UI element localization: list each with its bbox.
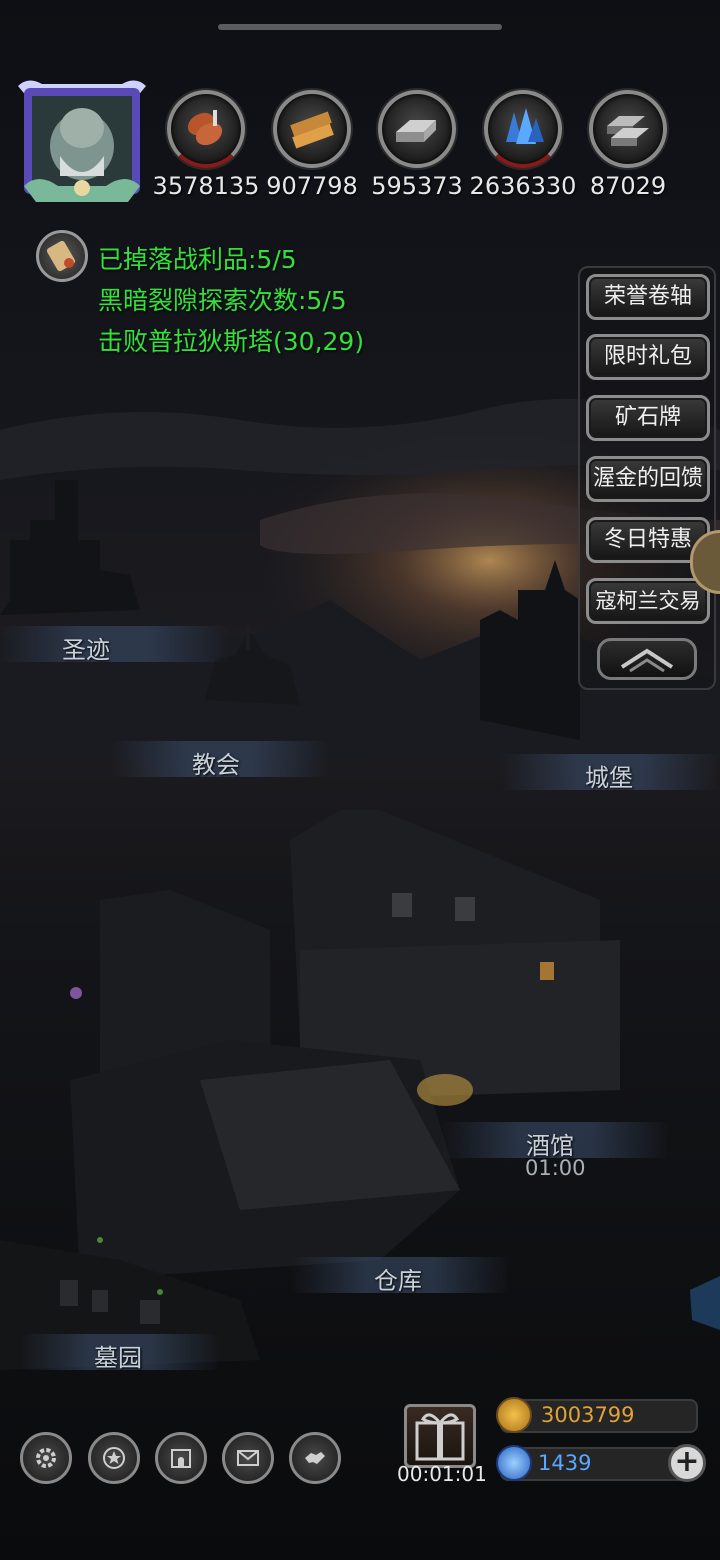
resource-wood[interactable]: 907798 xyxy=(257,90,367,200)
handshake-icon xyxy=(305,1452,325,1464)
gold-coin-icon xyxy=(496,1397,532,1433)
blue-crystal-icon xyxy=(484,90,562,168)
resource-crystal-value: 2636330 xyxy=(469,172,577,200)
tavern-timer: 01:00 xyxy=(525,1156,586,1180)
castle-gate-icon xyxy=(171,1449,191,1468)
scroll-icon[interactable] xyxy=(36,230,88,282)
resource-iron[interactable]: 595373 xyxy=(362,90,472,200)
honor-scroll-button[interactable]: 荣誉卷轴 xyxy=(586,274,710,320)
metal-bar-icon xyxy=(589,90,667,168)
location-shrine[interactable]: 圣迹 xyxy=(62,630,110,665)
limited-pack-button[interactable]: 限时礼包 xyxy=(586,334,710,380)
avatar-portrait xyxy=(18,80,146,202)
gift-box-button[interactable] xyxy=(404,1404,476,1468)
status-bar-handle xyxy=(218,24,502,30)
quest-dark-rift-explore[interactable]: 黑暗裂隙探索次数:5/5 xyxy=(98,281,347,317)
blue-gem-icon xyxy=(496,1445,532,1481)
gift-icon xyxy=(415,1413,465,1461)
alliance-button[interactable] xyxy=(155,1432,207,1484)
mail-icon xyxy=(237,1450,259,1466)
quest-defeat-target[interactable]: 击败普拉狄斯塔(30,29) xyxy=(98,322,364,358)
gold-amount: 3003799 xyxy=(541,1403,635,1427)
resource-metal[interactable]: 87029 xyxy=(573,90,683,200)
location-church[interactable]: 教会 xyxy=(192,745,240,780)
resource-wood-value: 907798 xyxy=(266,172,358,200)
resource-iron-value: 595373 xyxy=(371,172,463,200)
location-castle[interactable]: 城堡 xyxy=(585,758,633,793)
collapse-menu-button[interactable] xyxy=(597,638,697,680)
trade-hall-button[interactable] xyxy=(289,1432,341,1484)
star-badge-icon xyxy=(103,1447,125,1469)
quest-loot-dropped[interactable]: 已掉落战利品:5/5 xyxy=(98,240,297,276)
resource-crystal[interactable]: 2636330 xyxy=(468,90,578,200)
wood-plank-icon xyxy=(273,90,351,168)
ore-card-button[interactable]: 矿石牌 xyxy=(586,395,710,441)
mail-button[interactable] xyxy=(222,1432,274,1484)
resource-meat-value: 3578135 xyxy=(152,172,260,200)
location-graveyard[interactable]: 墓园 xyxy=(94,1338,142,1373)
iron-ingot-icon xyxy=(378,90,456,168)
player-avatar[interactable] xyxy=(18,76,146,206)
location-warehouse[interactable]: 仓库 xyxy=(374,1261,422,1296)
gear-icon xyxy=(36,1448,56,1468)
resource-metal-value: 87029 xyxy=(589,172,667,200)
meat-icon xyxy=(167,90,245,168)
settings-button[interactable] xyxy=(20,1432,72,1484)
gold-reward-button[interactable]: 渥金的回馈 xyxy=(586,456,710,502)
shrine-label-band xyxy=(0,626,230,662)
gift-timer: 00:01:01 xyxy=(397,1462,487,1486)
add-gems-button[interactable]: + xyxy=(668,1444,706,1482)
chevron-up-icon xyxy=(620,648,674,673)
gem-amount: 1439 xyxy=(538,1451,592,1475)
achievements-button[interactable] xyxy=(88,1432,140,1484)
trade-button[interactable]: 寇柯兰交易 xyxy=(586,578,710,624)
resource-meat[interactable]: 3578135 xyxy=(151,90,261,200)
